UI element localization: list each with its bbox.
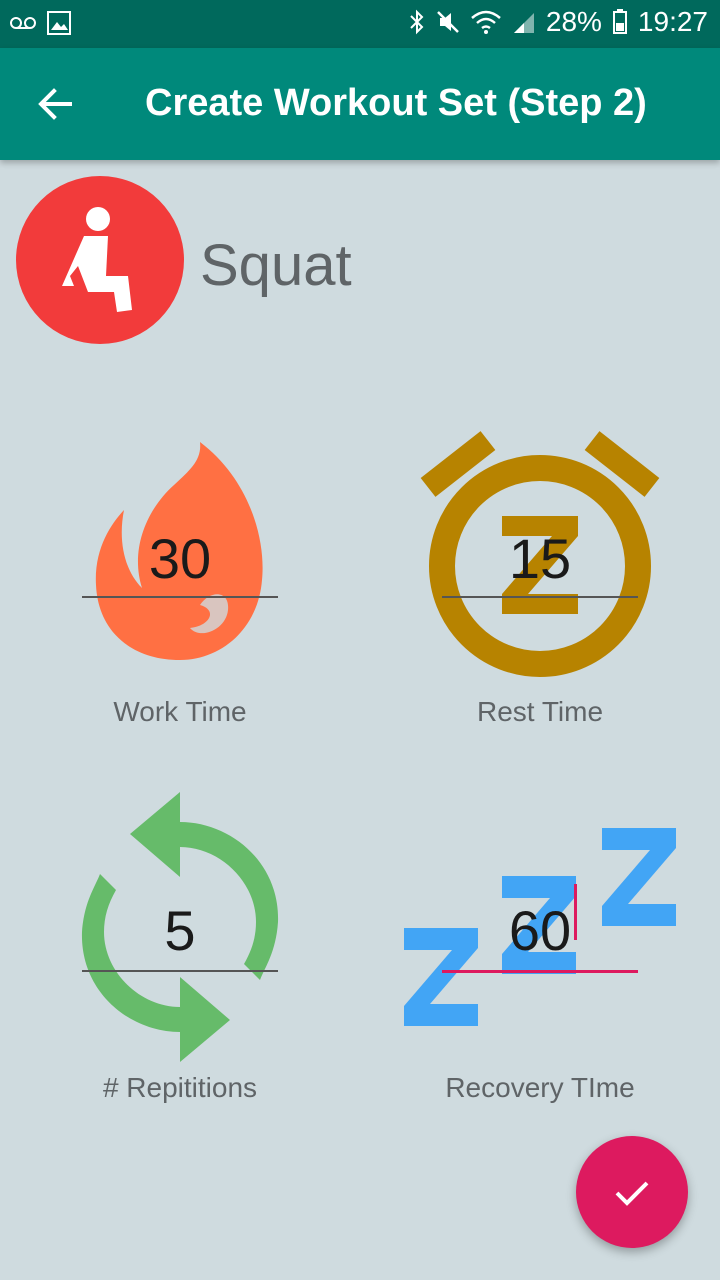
check-icon [615,1181,649,1206]
recovery-time-underline [442,970,638,973]
confirm-button[interactable] [576,1136,688,1248]
exercise-name: Squat [200,233,352,298]
work-time-underline [82,596,278,598]
work-time-field: 30 Work Time [0,440,360,740]
recovery-time-label: Recovery TIme [445,1072,635,1103]
rest-time-input[interactable]: 15 [442,526,638,591]
rest-time-label: Rest Time [476,696,604,727]
photo-notification-icon [47,11,71,35]
voicemail-icon [10,17,36,29]
work-time-label: Work Time [113,696,247,727]
work-time-input[interactable]: 30 [82,526,278,591]
exercise-badge[interactable] [16,176,184,344]
signal-icon [513,13,534,33]
battery-percent: 28% [545,6,602,37]
bluetooth-icon [410,9,424,35]
battery-icon [612,9,627,34]
clock: 19:27 [637,6,708,37]
squat-icon [62,207,132,312]
mute-icon [436,11,459,33]
rest-time-field: 15 Rest Time [360,424,720,740]
rest-time-underline [442,596,638,598]
text-cursor [574,884,577,940]
repetitions-input[interactable]: 5 [82,898,278,963]
wifi-icon [471,10,501,34]
repetitions-label: # Repititions [102,1072,258,1103]
page-title: Create Workout Set (Step 2) [145,82,647,124]
back-arrow-icon[interactable] [34,82,78,126]
recovery-time-input[interactable]: 60 [442,898,638,963]
app-bar: Create Workout Set (Step 2) [0,48,720,160]
recovery-time-field: 60 Recovery TIme [360,820,720,1110]
repetitions-field: 5 # Repititions [0,792,360,1108]
exercise-header [16,176,184,344]
status-bar: 28% 19:27 [0,0,720,48]
repetitions-underline [82,970,278,972]
